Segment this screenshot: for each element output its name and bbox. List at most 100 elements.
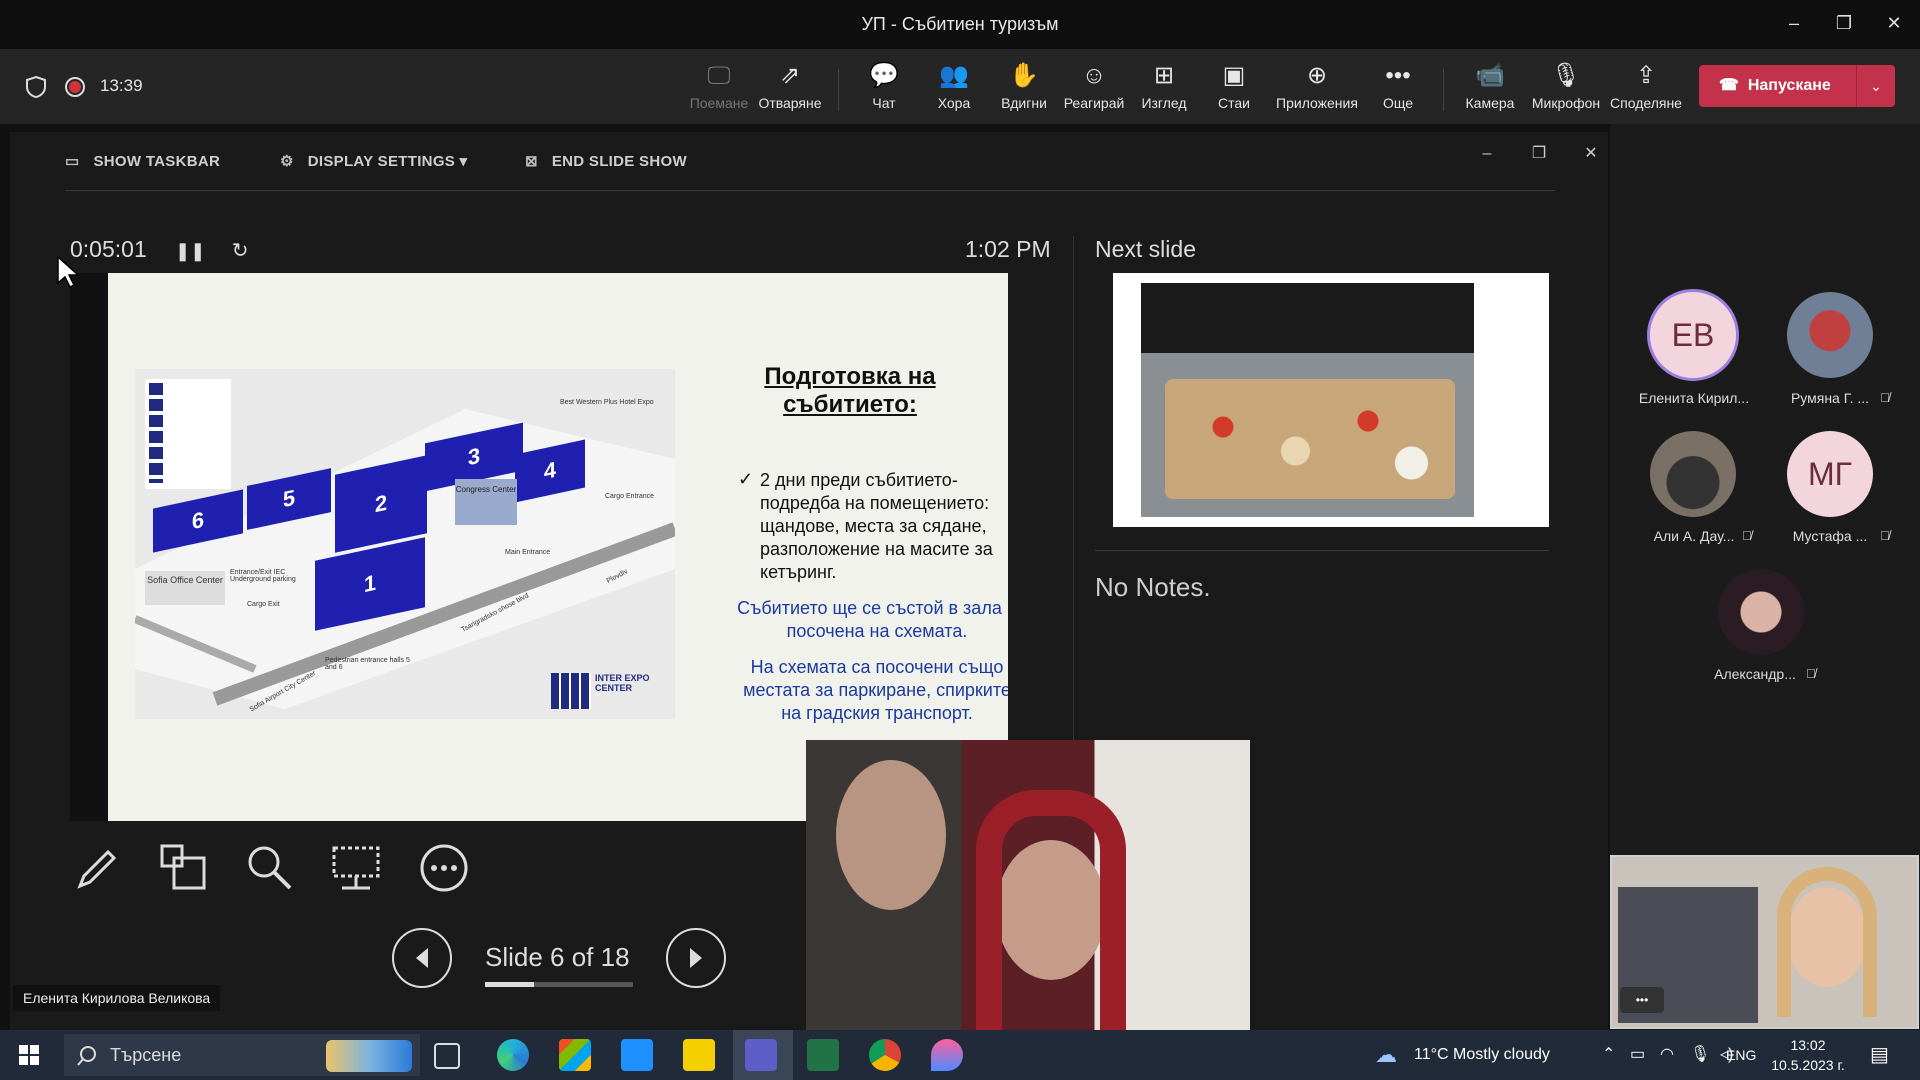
- chevron-up-icon[interactable]: ⌃: [1602, 1030, 1615, 1080]
- toolbar-divider: [1443, 69, 1444, 111]
- search-highlight-image: [326, 1040, 412, 1072]
- participants-panel: ЕВ Еленита Кирил... Румяна Г. ... 🎙̸ Али…: [1610, 124, 1920, 844]
- next-slide-label: Next slide: [1095, 236, 1196, 262]
- pop-out-button[interactable]: ⇗ Отваряне: [752, 61, 828, 111]
- speaker-name-tag: Еленита Кирилова Великова: [13, 985, 221, 1011]
- language-indicator-text[interactable]: ENG: [1726, 1030, 1756, 1080]
- avatar[interactable]: МГ: [1787, 431, 1873, 517]
- share-icon: ⇪: [1635, 62, 1657, 89]
- red-hair: [976, 790, 1126, 1030]
- clock-time: 13:02: [1790, 1037, 1826, 1053]
- slide-edge: [70, 273, 108, 821]
- notification-icon[interactable]: ▤: [1870, 1030, 1889, 1080]
- end-slide-show-button[interactable]: ⊠ END SLIDE SHOW: [525, 152, 687, 170]
- app-drop-icon[interactable]: [931, 1039, 963, 1071]
- participant-name: Али А. Дау...: [1653, 528, 1735, 544]
- mic-off-icon: 🎙̸: [1880, 390, 1890, 405]
- close-button[interactable]: ✕: [1874, 8, 1914, 38]
- chat-button[interactable]: 💬 Чат: [846, 61, 922, 111]
- slide-note-hall: Събитието ще се състой в зала 1 посочена…: [737, 598, 1008, 641]
- show-taskbar-button[interactable]: ▭ SHOW TASKBAR: [65, 152, 220, 170]
- hotel-label: Best Western Plus Hotel Expo: [560, 399, 654, 406]
- see-all-slides-icon[interactable]: [156, 840, 212, 896]
- microsoft-store-icon[interactable]: [559, 1039, 591, 1071]
- calculator-icon[interactable]: [807, 1039, 839, 1071]
- more-button[interactable]: ••• Още: [1360, 61, 1436, 111]
- check-icon: ✓: [738, 469, 754, 489]
- teams-icon[interactable]: [745, 1039, 777, 1071]
- windows-start-icon[interactable]: [19, 1045, 39, 1065]
- wifi-icon[interactable]: ◠: [1660, 1030, 1674, 1080]
- share-button[interactable]: ⇪ Споделяне: [1606, 61, 1686, 111]
- camera-icon: 📹: [1475, 62, 1505, 89]
- restore-button[interactable]: ❐: [1824, 8, 1864, 38]
- participant-name: Еленита Кирил...: [1638, 390, 1750, 406]
- view-button[interactable]: ⊞ Изглед: [1126, 61, 1202, 111]
- iec-logo-text: INTER EXPO CENTER: [595, 673, 650, 693]
- shield-icon: [26, 75, 46, 99]
- slide-note-parking: На схемата са посочени също местата за п…: [743, 657, 1008, 723]
- microphone-button[interactable]: 🎙 Микрофон: [1526, 61, 1606, 111]
- camera-button[interactable]: 📹 Камера: [1452, 61, 1528, 111]
- display-settings-button[interactable]: ⚙ DISPLAY SETTINGS ▾: [280, 152, 467, 170]
- react-button[interactable]: ☺ Реагирай: [1056, 61, 1132, 111]
- current-slide[interactable]: 6 5 2 3 4 1 Congress Center Sofia Office…: [70, 273, 1008, 821]
- zoom-icon[interactable]: [242, 840, 298, 896]
- apps-button[interactable]: ⊕ Приложения: [1274, 61, 1360, 111]
- catering-photo: [1141, 283, 1474, 517]
- toolbar-divider: [838, 69, 839, 111]
- avatar[interactable]: ЕВ: [1647, 289, 1739, 381]
- sticky-notes-icon[interactable]: [683, 1039, 715, 1071]
- pv-minimize-button[interactable]: –: [1470, 142, 1504, 166]
- leave-label: Напускане: [1747, 77, 1831, 94]
- arrow-right-icon: [690, 948, 702, 968]
- phone-icon: ☎: [1719, 77, 1739, 94]
- participant-name: Мустафа ...: [1792, 528, 1868, 544]
- hand-icon: ✋: [1009, 62, 1039, 89]
- pv-restore-button[interactable]: ❐: [1522, 142, 1556, 166]
- task-view-icon[interactable]: [434, 1043, 460, 1069]
- leave-button[interactable]: ☎ Напускане ⌄: [1699, 65, 1895, 107]
- edge-browser-icon[interactable]: [497, 1039, 529, 1071]
- taskbar-search[interactable]: Търсене: [64, 1034, 420, 1076]
- next-slide-button[interactable]: [666, 928, 726, 988]
- minimize-button[interactable]: –: [1774, 8, 1814, 38]
- rooms-button[interactable]: ▣ Стаи: [1196, 61, 1272, 111]
- rooms-icon: ▣: [1222, 62, 1246, 89]
- previous-slide-button[interactable]: [392, 928, 452, 988]
- chevron-down-icon[interactable]: ⌄: [1856, 65, 1895, 107]
- next-slide-thumbnail[interactable]: [1095, 273, 1549, 527]
- pause-icon[interactable]: ❚❚: [175, 241, 205, 261]
- people-button[interactable]: 👥 Хора: [916, 61, 992, 111]
- slide-progress: [485, 982, 633, 987]
- self-view-video: •••: [1610, 855, 1919, 1029]
- pv-close-button[interactable]: ✕: [1574, 142, 1608, 166]
- taskbar-icon: ▭: [65, 153, 80, 170]
- more-options-button[interactable]: •••: [1620, 987, 1664, 1013]
- person-face: [836, 760, 946, 910]
- legend-icons: [149, 383, 163, 483]
- food-platter: [1165, 379, 1455, 499]
- pen-icon[interactable]: [70, 840, 126, 896]
- pedestrian-label: Pedestrian entrance halls 5 and 6: [325, 657, 410, 671]
- avatar[interactable]: [1718, 569, 1804, 655]
- cloud-icon[interactable]: ☁: [1375, 1030, 1397, 1080]
- black-screen-icon[interactable]: [328, 840, 384, 896]
- avatar[interactable]: [1787, 292, 1873, 378]
- taskbar-clock[interactable]: 13:02 10.5.2023 г.: [1768, 1035, 1848, 1075]
- battery-icon[interactable]: ▭: [1630, 1030, 1645, 1080]
- restart-icon[interactable]: ↻: [232, 240, 249, 262]
- chrome-icon[interactable]: [869, 1039, 901, 1071]
- mic-off-icon: 🎙̸: [1880, 528, 1890, 543]
- slide-counter: Slide 6 of 18: [485, 942, 630, 972]
- avatar[interactable]: [1650, 431, 1736, 517]
- weather-text[interactable]: 11°C Mostly cloudy: [1414, 1030, 1550, 1080]
- take-control-button[interactable]: 🖵 Поемане: [681, 61, 757, 111]
- more-options-icon[interactable]: [416, 840, 472, 896]
- microphone-icon[interactable]: 🎙: [1690, 1030, 1710, 1080]
- slide-title: Подготовка на събитието:: [764, 363, 936, 418]
- meeting-time: 13:39: [100, 76, 143, 95]
- mail-icon[interactable]: [621, 1039, 653, 1071]
- raise-hand-button[interactable]: ✋ Вдигни: [986, 61, 1062, 111]
- monitor-icon: 🖵: [707, 62, 731, 89]
